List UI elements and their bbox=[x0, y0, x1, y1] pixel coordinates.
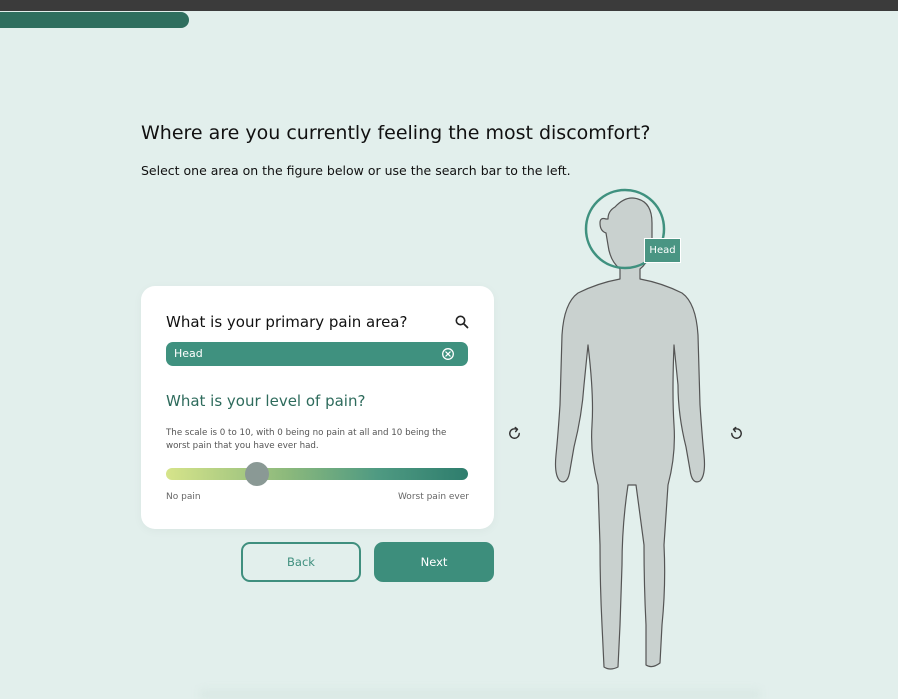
pain-level-slider-thumb[interactable] bbox=[244, 462, 269, 486]
body-figure[interactable] bbox=[540, 185, 720, 675]
slider-max-label: Worst pain ever bbox=[397, 492, 469, 502]
selected-area-chip[interactable]: Head bbox=[166, 342, 468, 366]
rotate-counterclockwise-icon[interactable] bbox=[728, 425, 745, 442]
clear-circle-icon[interactable] bbox=[440, 346, 456, 362]
primary-pain-question: What is your primary pain area? bbox=[166, 313, 408, 331]
pain-level-question: What is your level of pain? bbox=[166, 392, 366, 410]
page-subtitle: Select one area on the figure below or u… bbox=[141, 163, 571, 178]
next-button[interactable]: Next bbox=[374, 542, 494, 582]
pain-scale-description: The scale is 0 to 10, with 0 being no pa… bbox=[166, 428, 447, 451]
progress-bar bbox=[0, 12, 189, 28]
slider-min-label: No pain bbox=[166, 492, 201, 502]
page-title: Where are you currently feeling the most… bbox=[141, 122, 651, 144]
pain-level-slider[interactable] bbox=[166, 468, 468, 480]
head-highlight-label: Head bbox=[644, 238, 681, 263]
search-icon[interactable] bbox=[454, 314, 470, 330]
window-top-bar bbox=[0, 0, 898, 11]
selected-area-label: Head bbox=[174, 347, 203, 360]
back-button[interactable]: Back bbox=[241, 542, 361, 582]
rotate-clockwise-icon[interactable] bbox=[506, 425, 523, 442]
pain-card: What is your primary pain area? Head Wha… bbox=[141, 286, 494, 529]
bottom-shadow bbox=[200, 690, 760, 699]
